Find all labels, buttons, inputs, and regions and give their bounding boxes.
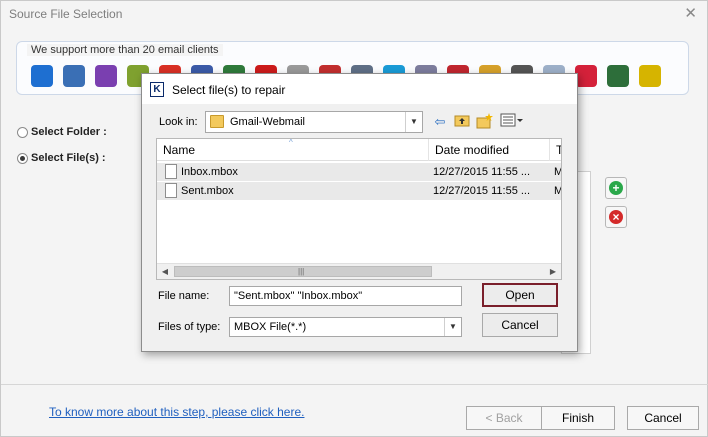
sort-arrow-icon: ^ (289, 138, 293, 147)
cancel-button[interactable]: Cancel (627, 406, 699, 430)
look-in-label: Look in: (159, 116, 198, 128)
back-arrow-icon[interactable]: ⇦ (431, 113, 449, 131)
open-button[interactable]: Open (482, 283, 558, 307)
file-name-label: File name: (158, 290, 210, 302)
dialog-title: Select file(s) to repair (172, 83, 286, 97)
app-logo-icon: K (150, 82, 164, 97)
scroll-left-icon[interactable]: ◀ (157, 264, 173, 279)
look-in-dropdown[interactable]: Gmail-Webmail ▼ (205, 111, 423, 133)
finish-button[interactable]: Finish (541, 406, 615, 430)
window-title: Source File Selection (9, 7, 123, 21)
client-icon (607, 65, 629, 87)
file-type-dropdown[interactable]: MBOX File(*.*) ▼ (229, 317, 462, 337)
chevron-down-icon[interactable]: ▼ (405, 112, 422, 132)
up-folder-icon[interactable] (453, 113, 471, 131)
remove-icon: × (609, 210, 623, 224)
column-name[interactable]: Name (157, 139, 429, 161)
select-files-label[interactable]: Select File(s) : (31, 152, 106, 164)
look-in-value: Gmail-Webmail (230, 116, 305, 128)
file-name: Inbox.mbox (181, 166, 238, 178)
horizontal-scrollbar[interactable]: ◀ ||| ▶ (157, 263, 561, 279)
file-type-label: Files of type: (158, 321, 221, 333)
view-menu-icon[interactable] (499, 113, 525, 131)
dialog-cancel-button[interactable]: Cancel (482, 313, 558, 337)
select-files-dialog: K Select file(s) to repair Look in: Gmai… (141, 73, 578, 352)
scroll-grip: ||| (298, 267, 305, 276)
entourage-icon (95, 65, 117, 87)
add-file-button[interactable]: + (605, 177, 627, 199)
plus-icon: + (609, 181, 623, 195)
chevron-down-icon[interactable]: ▼ (444, 318, 461, 336)
file-list-header: Name ^ Date modified Ty (157, 138, 561, 161)
file-icon (165, 183, 177, 198)
footer-divider (1, 384, 708, 385)
help-link[interactable]: To know more about this step, please cli… (49, 405, 304, 419)
column-type[interactable]: Ty (550, 139, 561, 161)
folder-icon (210, 115, 224, 128)
file-row[interactable]: Inbox.mbox 12/27/2015 11:55 ... M (157, 163, 561, 181)
thunderbird-icon (63, 65, 85, 87)
dialog-titlebar: K Select file(s) to repair (142, 74, 577, 104)
file-name: Sent.mbox (181, 185, 234, 197)
file-date: 12/27/2015 11:55 ... (433, 166, 531, 178)
close-icon[interactable]: ✕ (684, 4, 697, 22)
file-type: M (554, 182, 561, 200)
select-folder-radio[interactable] (17, 127, 28, 138)
remove-file-button[interactable]: × (605, 206, 627, 228)
client-icon (575, 65, 597, 87)
file-type-value: MBOX File(*.*) (234, 321, 307, 333)
file-list[interactable]: Name ^ Date modified Ty Inbox.mbox 12/27… (156, 138, 562, 280)
select-files-radio[interactable] (17, 153, 28, 164)
client-icon (639, 65, 661, 87)
scroll-right-icon[interactable]: ▶ (545, 264, 561, 279)
column-date-modified[interactable]: Date modified (429, 139, 550, 161)
mail-icon (31, 65, 53, 87)
file-icon (165, 164, 177, 179)
file-row[interactable]: Sent.mbox 12/27/2015 11:55 ... M (157, 182, 561, 200)
new-folder-icon[interactable] (476, 113, 494, 131)
file-type: M (554, 163, 561, 181)
scroll-thumb[interactable]: ||| (174, 266, 432, 277)
select-folder-label[interactable]: Select Folder : (31, 126, 107, 138)
file-date: 12/27/2015 11:55 ... (433, 185, 531, 197)
file-name-input[interactable]: "Sent.mbox" "Inbox.mbox" (229, 286, 462, 306)
back-button[interactable]: < Back (466, 406, 542, 430)
supported-clients-caption: We support more than 20 email clients (27, 44, 223, 56)
